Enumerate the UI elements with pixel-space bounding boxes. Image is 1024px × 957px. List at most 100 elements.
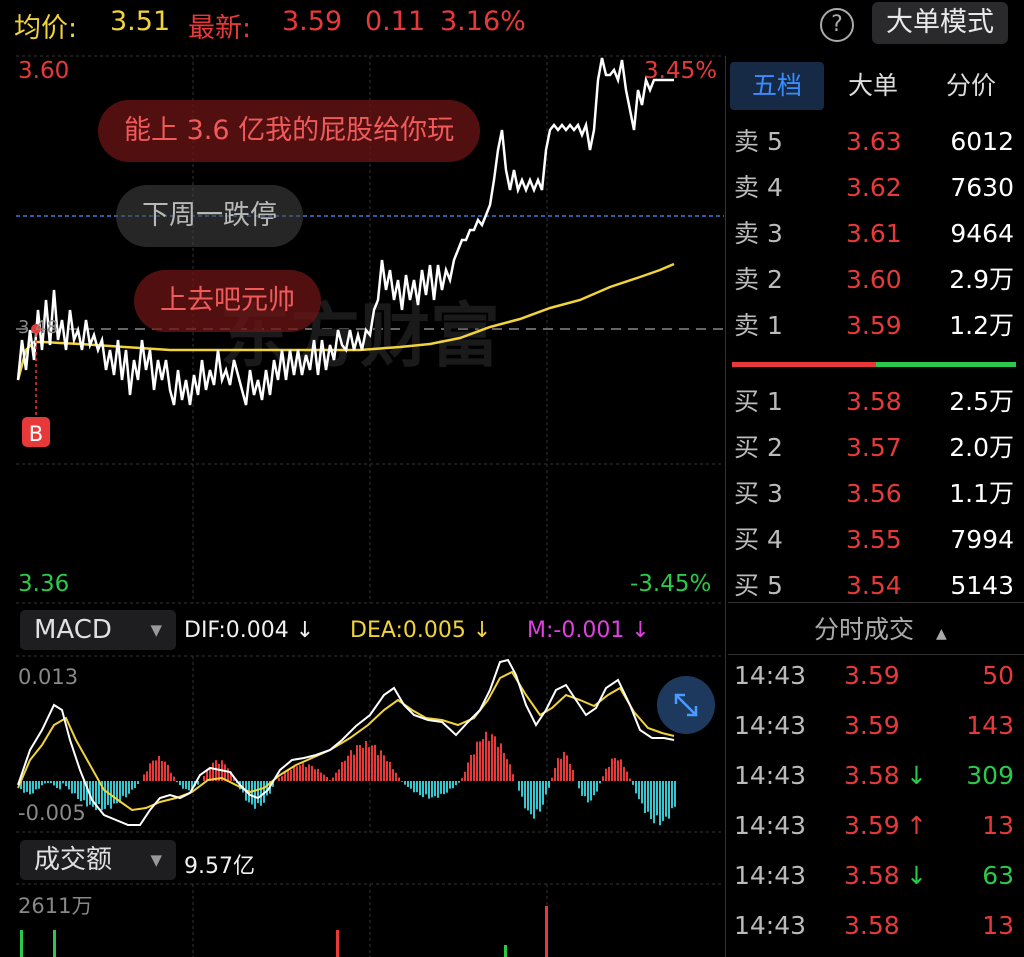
buy-level-row[interactable]: 买 4 3.55 7994 — [728, 520, 1024, 560]
macd-bar — [122, 781, 124, 796]
macd-bar — [536, 781, 538, 810]
macd-bar — [566, 755, 568, 781]
trades-title[interactable]: 分时成交 ▲ — [814, 610, 947, 646]
sell-level-row[interactable]: 卖 1 3.59 1.2万 — [728, 306, 1024, 346]
buy-level-row[interactable]: 买 1 3.58 2.5万 — [728, 382, 1024, 422]
trade-row: 14:43 3.58 13 — [728, 906, 1024, 946]
macd-bar — [47, 781, 49, 783]
macd-bar — [620, 759, 622, 781]
buy-level-row[interactable]: 买 3 3.56 1.1万 — [728, 474, 1024, 514]
trade-time: 14:43 — [734, 761, 807, 790]
macd-bar — [170, 772, 172, 781]
buy-level-row[interactable]: 买 2 3.57 2.0万 — [728, 428, 1024, 468]
trade-price: 3.59 — [844, 811, 900, 840]
macd-bar — [638, 781, 640, 800]
level-label: 买 2 — [734, 433, 783, 462]
macd-bar — [455, 781, 457, 786]
indicator-selector-volume[interactable]: 成交额 ▼ — [20, 840, 176, 880]
macd-bar — [188, 781, 190, 791]
macd-bar — [65, 781, 67, 787]
level-volume: 9464 — [950, 219, 1014, 248]
macd-bar — [545, 781, 547, 795]
macd-bar — [506, 759, 508, 781]
trade-volume: 63 — [982, 861, 1014, 890]
tab-price-distribution[interactable]: 分价 — [922, 62, 1020, 110]
macd-bar — [518, 781, 520, 791]
price-low-label: 3.36 — [18, 571, 70, 597]
big-order-mode-button[interactable]: 大单模式 — [872, 2, 1008, 44]
macd-bar — [254, 781, 256, 809]
macd-bar — [476, 741, 478, 781]
macd-bar — [203, 775, 205, 781]
macd-bar — [611, 758, 613, 781]
macd-bar — [44, 781, 46, 784]
intraday-chart[interactable]: 东方财富 B 3.48 0.013 -0.005 2611万 — [0, 50, 726, 957]
avg-price-value: 3.51 — [110, 6, 171, 37]
macd-bar — [113, 781, 115, 804]
macd-bar — [485, 731, 487, 781]
macd-bar — [278, 777, 280, 781]
sell-level-row[interactable]: 卖 3 3.61 9464 — [728, 214, 1024, 254]
trade-price: 3.58 — [844, 861, 900, 890]
trade-direction-icon: ↑ — [906, 811, 927, 840]
trade-row: 14:43 3.58 ↓ 63 — [728, 856, 1024, 896]
sell-level-row[interactable]: 卖 4 3.62 7630 — [728, 168, 1024, 208]
macd-bar — [452, 781, 454, 789]
level-label: 卖 2 — [734, 265, 783, 294]
macd-bar — [161, 760, 163, 781]
caret-up-icon: ▲ — [935, 626, 947, 642]
expand-icon — [674, 693, 698, 717]
level-volume: 1.2万 — [949, 311, 1014, 340]
level-label: 买 5 — [734, 571, 783, 600]
macd-bar — [569, 764, 571, 781]
question-icon[interactable]: ? — [820, 8, 854, 42]
price-change-pct: 3.16% — [440, 6, 526, 37]
macd-bar — [650, 781, 652, 820]
trade-row: 14:43 3.59 ↑ 13 — [728, 806, 1024, 846]
macd-bar — [563, 751, 565, 781]
macd-histogram — [20, 731, 676, 826]
comment-bubble-1[interactable]: 能上 3.6 亿我的屁股给你玩 — [98, 100, 481, 162]
macd-bar — [446, 781, 448, 793]
macd-bar — [590, 781, 592, 801]
macd-bar — [557, 758, 559, 781]
tab-five-levels[interactable]: 五档 — [730, 62, 824, 110]
buy-level-row[interactable]: 买 5 3.54 5143 — [728, 566, 1024, 606]
macd-grid — [16, 655, 724, 833]
sell-level-row[interactable]: 卖 5 3.63 6012 — [728, 122, 1024, 162]
latest-label: 最新: — [188, 13, 252, 44]
comment-bubble-3[interactable]: 上去吧元帅 — [134, 270, 321, 332]
level-price: 3.59 — [846, 311, 902, 340]
expand-chart-button[interactable] — [657, 676, 715, 734]
macd-bar — [458, 781, 460, 783]
macd-bar — [35, 781, 37, 790]
macd-bar — [281, 776, 283, 781]
tab-big-orders[interactable]: 大单 — [826, 62, 920, 110]
macd-bar — [581, 781, 583, 796]
comment-bubble-2[interactable]: 下周一跌停 — [116, 185, 303, 247]
macd-bar — [530, 781, 532, 815]
macd-bar — [314, 769, 316, 781]
macd-bar — [383, 755, 385, 781]
macd-bar — [80, 781, 82, 802]
macd-bar — [473, 754, 475, 781]
panel-divider — [725, 56, 726, 957]
macd-bar — [587, 781, 589, 803]
macd-bar — [479, 741, 481, 781]
macd-bar — [335, 772, 337, 781]
level-label: 卖 5 — [734, 127, 783, 156]
macd-bar — [578, 781, 580, 789]
macd-bar — [521, 781, 523, 797]
macd-bar — [251, 781, 253, 805]
macd-bar — [71, 781, 73, 794]
macd-bar — [74, 781, 76, 794]
trade-price: 3.59 — [844, 661, 900, 690]
quote-header: 均价: 3.51 最新: 3.59 0.11 3.16% ? 大单模式 — [0, 0, 1024, 50]
indicator-selector-macd[interactable]: MACD ▼ — [20, 610, 176, 650]
macd-m-value: M:-0.001 ↓ — [527, 618, 650, 643]
macd-bar — [53, 781, 55, 786]
macd-bar — [287, 770, 289, 781]
macd-dea-value: DEA:0.005 ↓ — [350, 618, 492, 643]
sell-level-row[interactable]: 卖 2 3.60 2.9万 — [728, 260, 1024, 300]
macd-bar — [614, 757, 616, 781]
